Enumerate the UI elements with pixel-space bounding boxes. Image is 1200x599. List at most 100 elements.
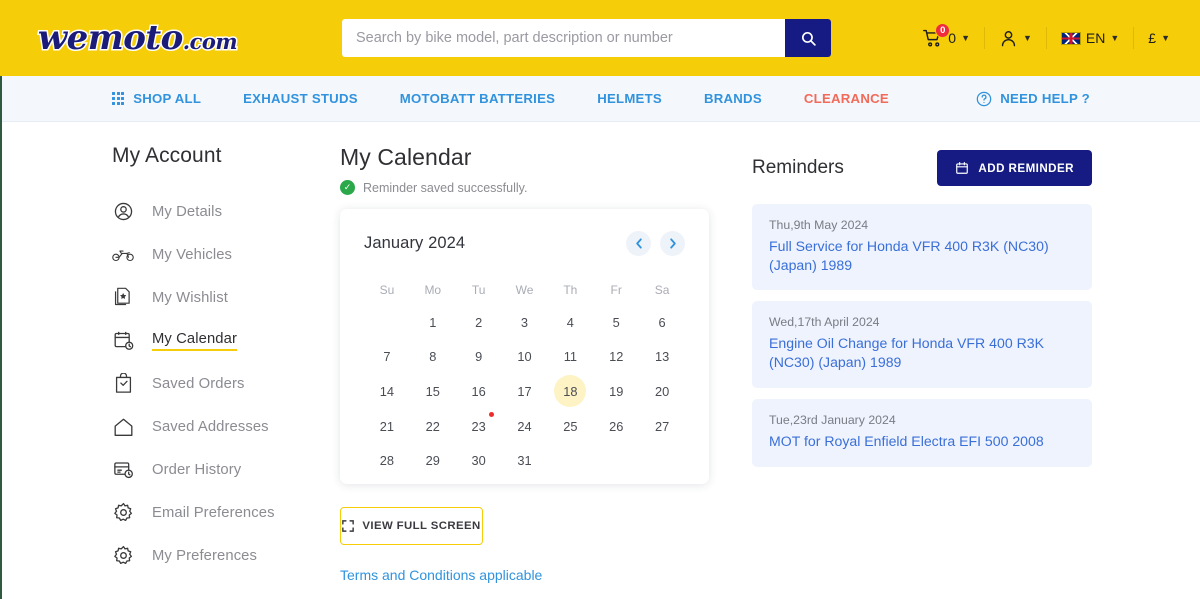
calendar-day[interactable]: 6 [639,305,685,340]
logo-text: wemoto.com [36,17,239,60]
page-body: My Account My Details My Vehicles My Wis… [0,122,1200,583]
nav-item-shop-all[interactable]: SHOP ALL [112,91,222,106]
calendar-day-number: 1 [429,314,437,330]
reminder-title-link[interactable]: Full Service for Honda VFR 400 R3K (NC30… [769,237,1075,274]
success-alert: ✓ Reminder saved successfully. [340,180,712,195]
calendar-day-number: 2 [475,314,483,330]
calendar-day[interactable]: 23 [456,409,502,444]
calendar-day[interactable]: 8 [410,340,456,375]
view-full-screen-button[interactable]: VIEW FULL SCREEN [340,507,483,545]
chevron-down-icon: ▼ [1110,33,1120,43]
calendar-day-number: 10 [517,349,532,365]
expand-icon [342,520,355,532]
reminder-title-link[interactable]: MOT for Royal Enfield Electra EFI 500 20… [769,432,1075,451]
calendar-day[interactable]: 31 [502,443,548,478]
sidebar-title: My Account [112,144,222,167]
calendar-day[interactable]: 3 [502,305,548,340]
language-selector[interactable]: EN ▼ [1047,23,1133,53]
calendar-day[interactable]: 15 [410,374,456,409]
sidebar-item-my-vehicles[interactable]: My Vehicles [112,233,337,276]
calendar-day[interactable]: 9 [456,340,502,375]
sidebar-item-email-preferences[interactable]: Email Preferences [112,491,337,534]
sidebar-label: Email Preferences [152,504,275,521]
calendar-day-number: 12 [609,349,624,365]
sidebar-item-my-details[interactable]: My Details [112,190,337,233]
nav-item-brands[interactable]: BRANDS [683,91,783,106]
calendar-day-today[interactable]: 18 [547,374,593,409]
nav-item-clearance[interactable]: CLEARANCE [783,91,910,106]
calendar-day[interactable]: 2 [456,305,502,340]
calendar-day[interactable]: 20 [639,374,685,409]
calendar-day[interactable]: 25 [547,409,593,444]
calendar-day[interactable]: 29 [410,443,456,478]
calendar-day[interactable]: 30 [456,443,502,478]
calendar-day-number: 3 [520,314,529,330]
nav-links: SHOP ALL EXHAUST STUDS MOTOBATT BATTERIE… [112,91,910,106]
calendar-day[interactable]: 17 [502,374,548,409]
sidebar-item-order-history[interactable]: Order History [112,448,337,491]
calendar-day[interactable]: 12 [593,340,639,375]
calendar-day[interactable]: 5 [593,305,639,340]
calendar-prev-button[interactable] [626,231,651,256]
calendar-day-name: Mo [424,283,442,297]
nav-item-motobatt-batteries[interactable]: MOTOBATT BATTERIES [379,91,576,106]
logo-word: wemoto [36,17,184,60]
calendar-day-number: 21 [379,418,395,434]
calendar-day[interactable]: 28 [364,443,410,478]
search-input[interactable] [342,19,785,57]
calendar-day[interactable]: 21 [364,409,410,444]
terms-and-conditions-link[interactable]: Terms and Conditions applicable [340,567,712,583]
calendar-day[interactable]: 16 [456,374,502,409]
cart-button[interactable]: 0 0 ▼ [908,22,984,53]
calendar-day[interactable]: 10 [502,340,548,375]
home-icon [112,416,134,438]
need-help-link[interactable]: NEED HELP ? [976,91,1090,107]
bag-icon [112,373,134,395]
wemoto-logo[interactable]: wemoto.com [25,16,250,60]
sidebar-item-my-preferences[interactable]: My Preferences [112,534,337,577]
calendar-day[interactable]: 27 [639,409,685,444]
calendar-day-name: Sa [654,283,670,297]
calendar-day-number: 25 [563,418,578,434]
calendar-day[interactable]: 19 [593,374,639,409]
calendar-day[interactable]: 13 [639,340,685,375]
add-reminder-button[interactable]: ADD REMINDER [937,150,1092,186]
grid-icon [112,92,125,105]
search-button[interactable] [785,19,831,57]
currency-selector[interactable]: £ ▼ [1134,23,1184,53]
calendar-day[interactable]: 14 [364,374,410,409]
calendar-day[interactable]: 24 [502,409,548,444]
add-reminder-label: ADD REMINDER [978,161,1074,175]
nav-item-helmets[interactable]: HELMETS [576,91,683,106]
sidebar-item-my-wishlist[interactable]: My Wishlist [112,276,337,319]
calendar-day-name: Fr [610,283,622,297]
calendar-day-name: Th [563,283,578,297]
sidebar-item-saved-addresses[interactable]: Saved Addresses [112,405,337,448]
reminder-card[interactable]: Tue,23rd January 2024 MOT for Royal Enfie… [752,398,1092,467]
sidebar-label: My Preferences [152,547,258,564]
calendar-day[interactable]: 26 [593,409,639,444]
account-button[interactable]: ▼ [985,23,1046,53]
sidebar-item-saved-orders[interactable]: Saved Orders [112,362,337,405]
calendar-day-number: 16 [471,383,486,399]
sidebar-item-my-calendar[interactable]: My Calendar [112,319,337,362]
nav-item-exhaust-studs[interactable]: EXHAUST STUDS [222,91,379,106]
calendar-day[interactable]: 1 [410,305,456,340]
reminder-card[interactable]: Wed,17th April 2024 Engine Oil Change for… [752,301,1092,388]
calendar-day-number: 11 [563,349,577,365]
reminders-header: Reminders ADD REMINDER [752,150,1092,186]
calendar-day[interactable]: 7 [364,340,410,375]
sidebar-label: My Calendar [152,331,237,351]
calendar-day[interactable]: 4 [547,305,593,340]
calendar-day-name: Su [379,283,395,297]
calendar-next-button[interactable] [660,231,685,256]
chevron-left-icon [635,238,642,249]
calendar-day[interactable]: 22 [410,409,456,444]
reminder-card[interactable]: Thu,9th May 2024 Full Service for Honda V… [752,204,1092,291]
calendar-day-number: 18 [563,383,578,399]
calendar-day-number: 5 [612,314,620,330]
reminder-title-link[interactable]: Engine Oil Change for Honda VFR 400 R3K … [769,334,1075,371]
calendar-day[interactable]: 11 [547,340,593,375]
calendar-day-number: 29 [425,453,440,469]
calendar-day-number: 26 [609,418,624,434]
